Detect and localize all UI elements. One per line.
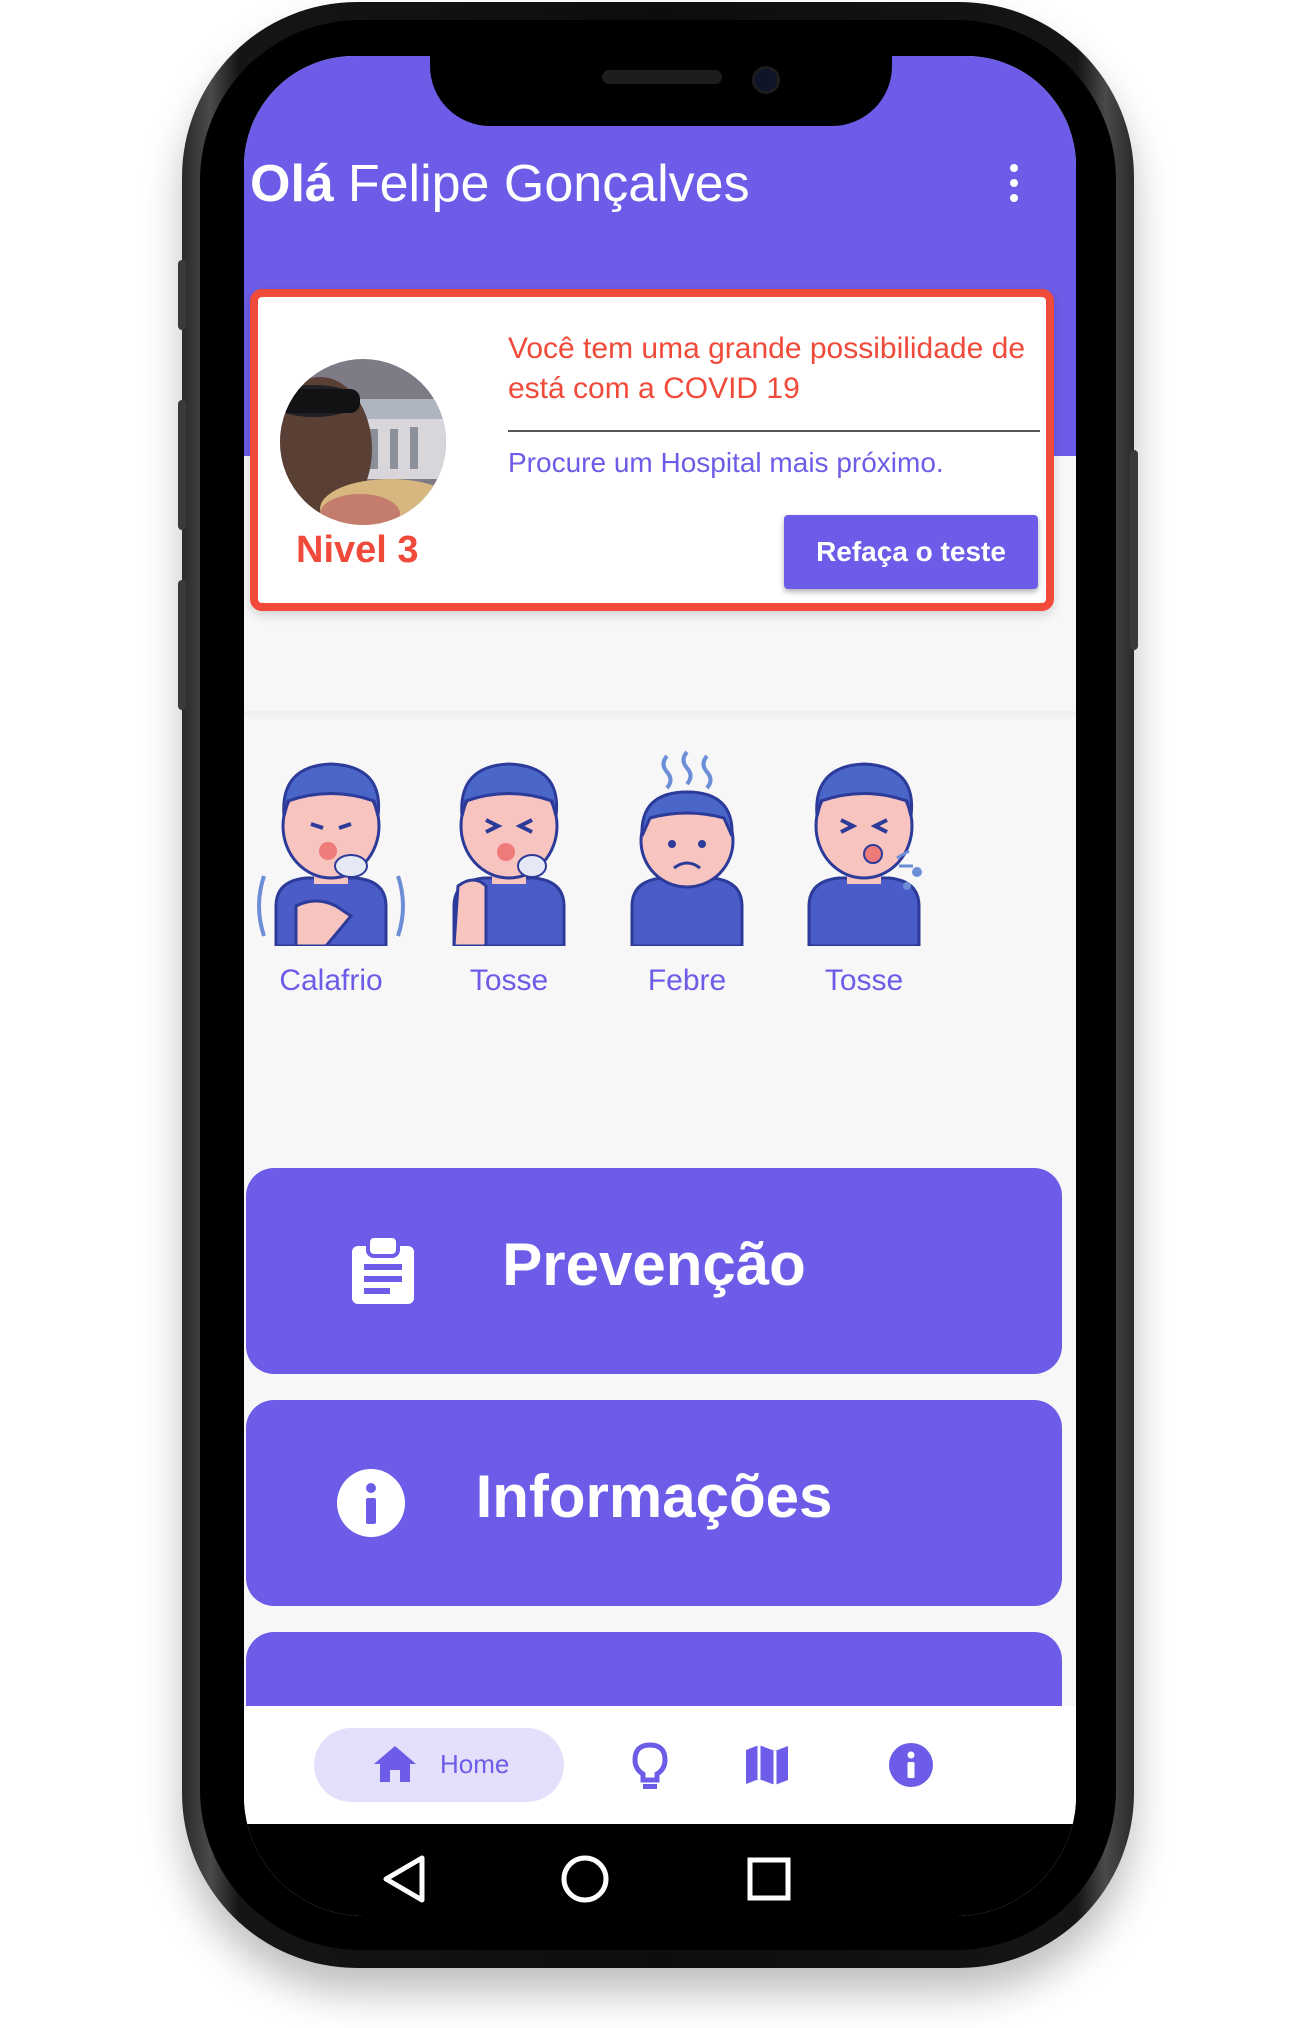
prevention-label: Prevenção (502, 1231, 806, 1298)
information-button[interactable]: Informações (246, 1400, 1062, 1606)
symptom-item[interactable]: Tosse (419, 746, 599, 1016)
map-icon[interactable] (744, 1742, 790, 1788)
system-navigation-bar (244, 1824, 1076, 1916)
mute-switch (178, 260, 186, 330)
symptom-label: Febre (647, 964, 727, 997)
nav-home-label: Home (440, 1749, 510, 1779)
greeting-word: Olá (250, 155, 334, 213)
more-vert-icon[interactable] (1004, 164, 1024, 214)
card-divider (508, 430, 1040, 432)
front-camera (752, 66, 780, 94)
app-screen: Olá Felipe Gonçalves Nivel 3 Você tem uma… (244, 56, 1076, 1916)
avatar (280, 359, 446, 525)
back-icon[interactable] (382, 1854, 426, 1904)
bottom-navigation: Home (244, 1706, 1076, 1824)
retest-button[interactable]: Refaça o teste (784, 515, 1038, 589)
symptom-item[interactable]: Febre (597, 746, 777, 1016)
info-icon[interactable] (888, 1742, 934, 1788)
speaker (602, 70, 722, 84)
user-name: Felipe Gonçalves (347, 155, 750, 213)
result-card: Nivel 3 Você tem uma grande possibilidad… (250, 289, 1054, 611)
section-divider (244, 711, 1076, 721)
nav-home[interactable]: Home (314, 1728, 564, 1802)
risk-message: Você tem uma grande possibilidade de est… (508, 332, 1026, 405)
cough-icon (452, 762, 566, 946)
lightbulb-icon[interactable] (632, 1742, 668, 1790)
symptom-item[interactable]: Tosse (774, 746, 954, 1016)
cough-icon (807, 762, 922, 946)
greeting: Olá Felipe Gonçalves (250, 154, 750, 214)
home-circle-icon[interactable] (560, 1854, 610, 1904)
prevention-button[interactable]: Prevenção (246, 1168, 1062, 1374)
chills-icon (257, 762, 405, 946)
home-icon (374, 1746, 416, 1782)
symptom-label: Calafrio (279, 964, 383, 997)
fever-icon (630, 750, 744, 946)
symptom-label: Tosse (469, 964, 549, 997)
volume-up-button (178, 400, 186, 530)
symptom-item[interactable]: Calafrio (244, 746, 421, 1016)
power-button (1130, 450, 1138, 650)
information-label: Informações (475, 1463, 833, 1530)
symptom-label: Tosse (824, 964, 904, 997)
volume-down-button (178, 580, 186, 710)
recents-icon[interactable] (746, 1856, 792, 1902)
advice-text: Procure um Hospital mais próximo. (508, 447, 944, 478)
risk-level: Nivel 3 (296, 529, 419, 571)
